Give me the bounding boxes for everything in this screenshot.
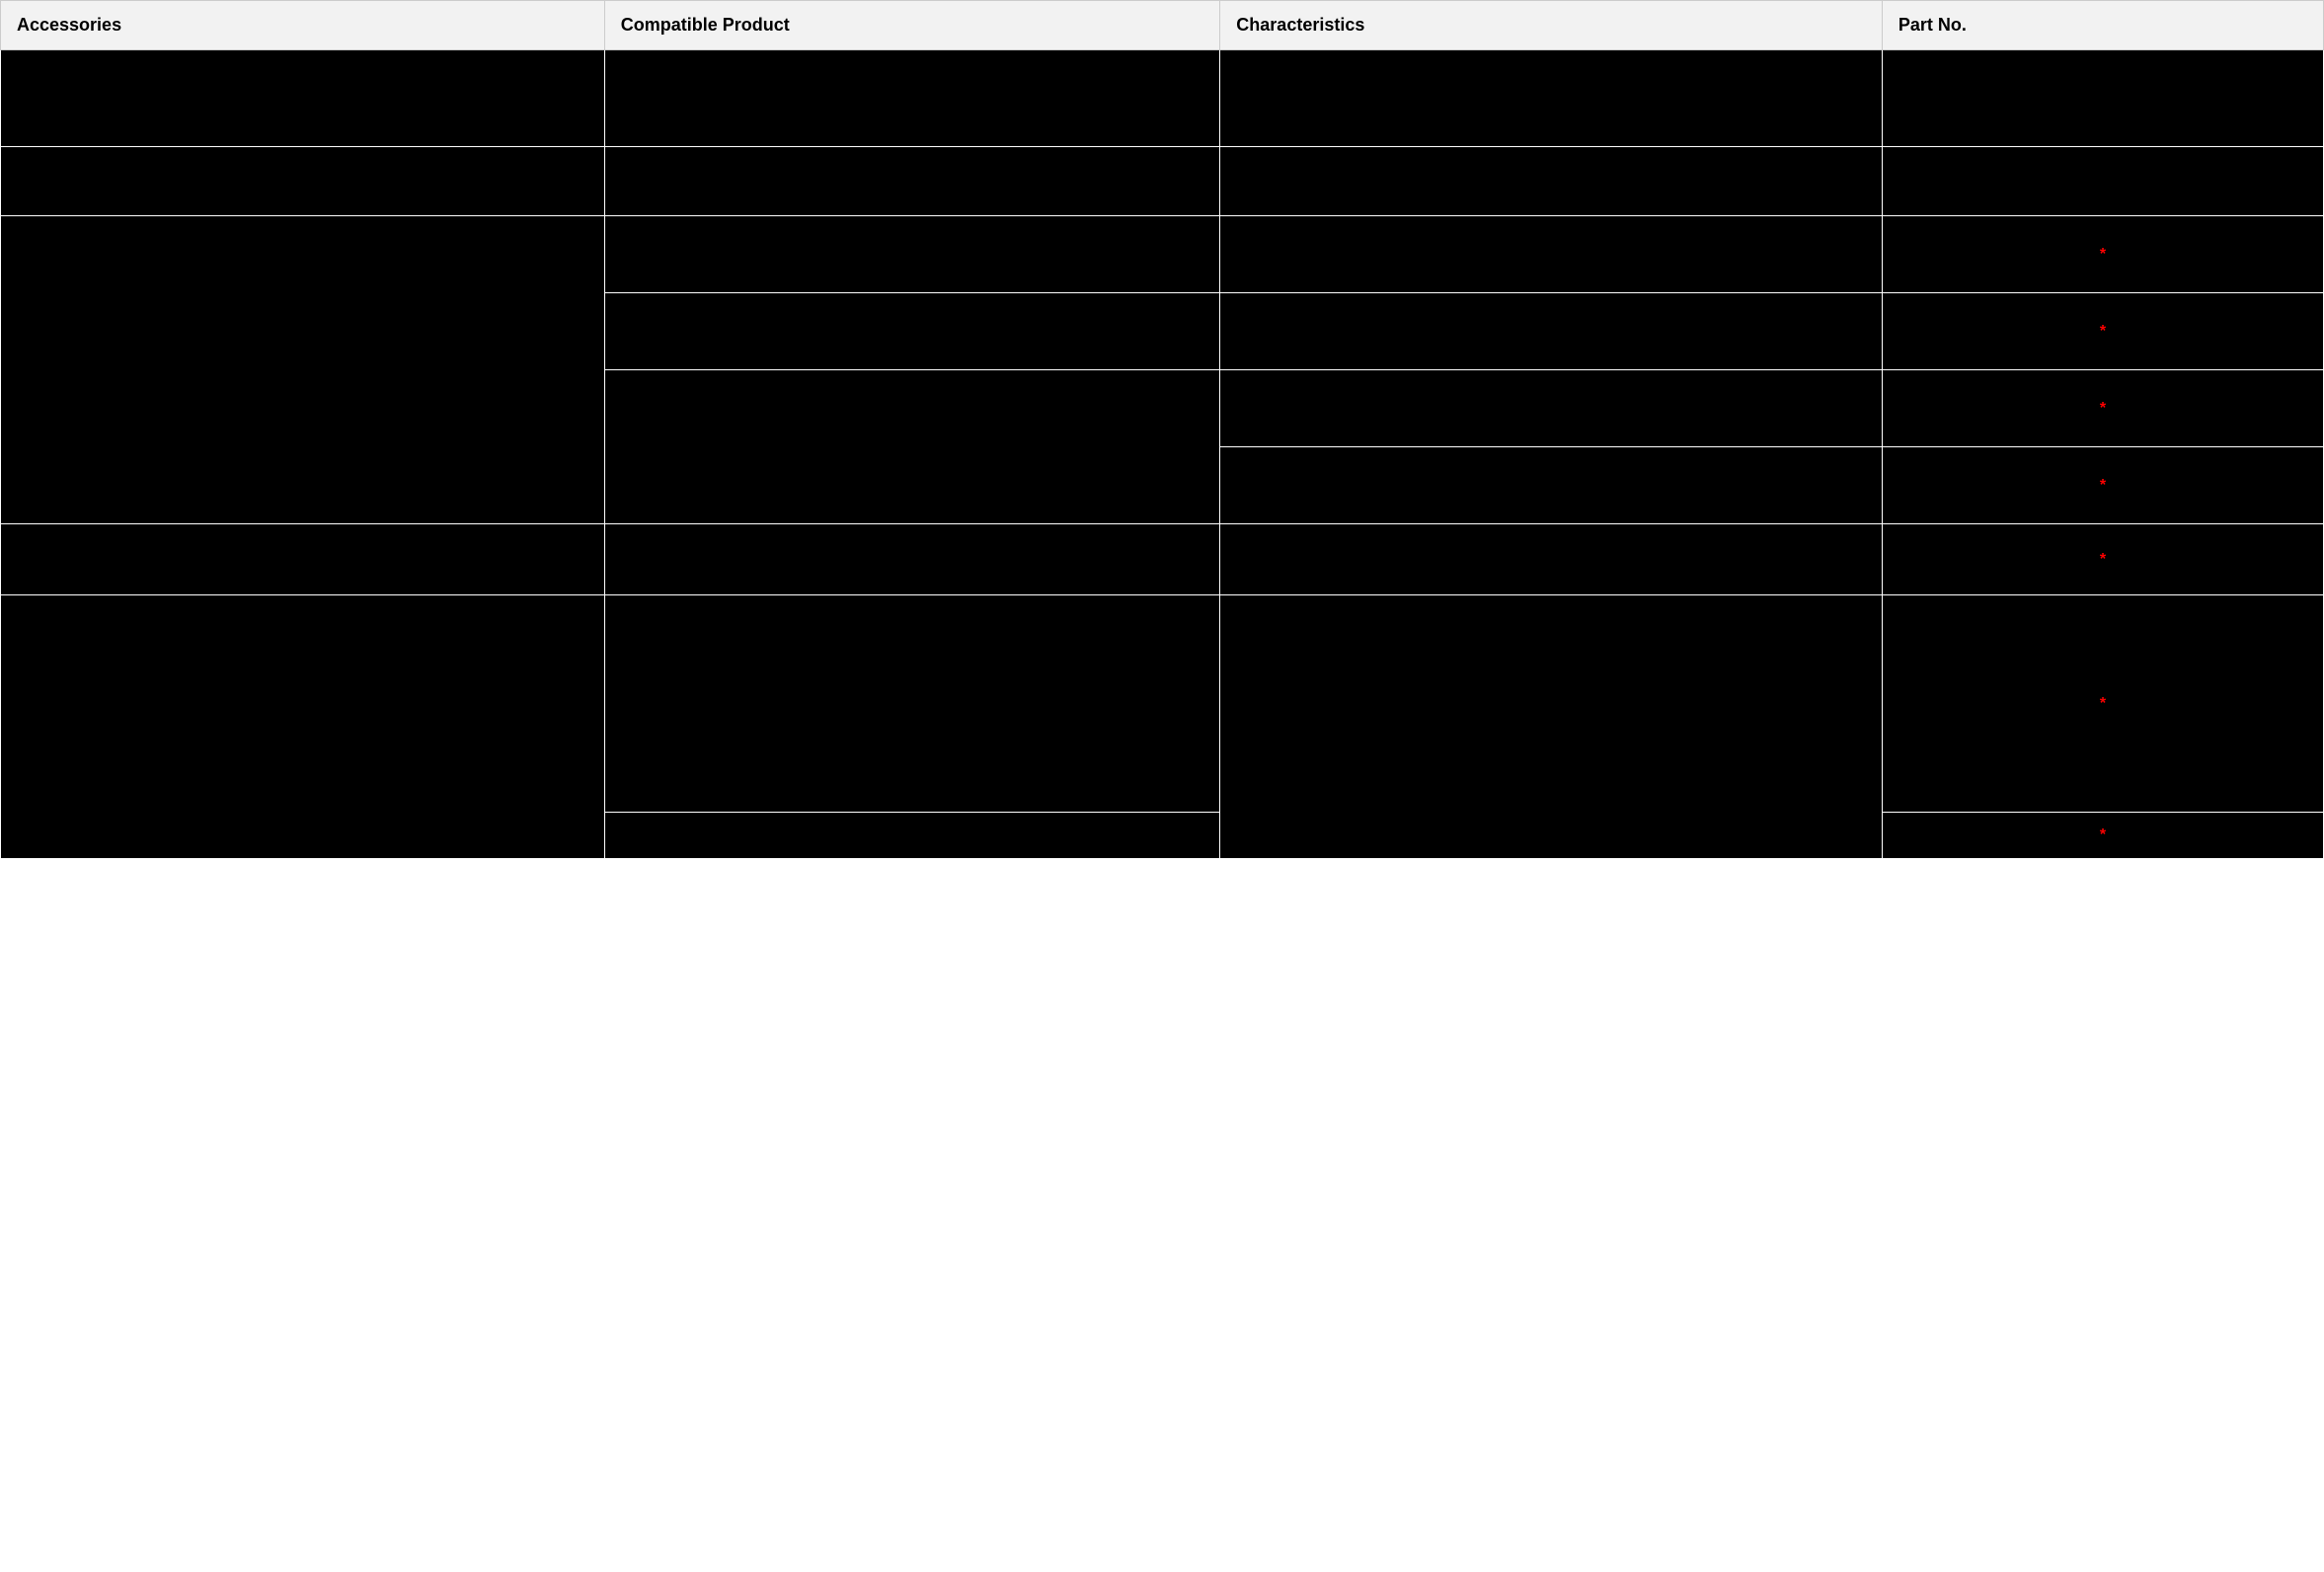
table-row: * [1,216,2324,293]
cell-compatible [604,813,1220,859]
table-row: * [1,595,2324,813]
cell-characteristics [1220,147,1883,216]
header-compatible: Compatible Product [604,1,1220,50]
asterisk-icon: * [2100,400,2106,417]
header-accessories: Accessories [1,1,605,50]
header-partno: Part No. [1882,1,2323,50]
cell-accessories [1,216,605,524]
cell-partno [1882,147,2323,216]
asterisk-icon: * [2100,477,2106,494]
cell-compatible [604,595,1220,813]
cell-characteristics [1220,447,1883,524]
table-row: * [1,524,2324,595]
header-characteristics: Characteristics [1220,1,1883,50]
asterisk-icon: * [2100,551,2106,568]
cell-characteristics [1220,595,1883,859]
cell-partno: * [1882,447,2323,524]
cell-partno: * [1882,595,2323,813]
cell-partno [1882,50,2323,147]
cell-compatible [604,370,1220,524]
asterisk-icon: * [2100,323,2106,340]
cell-characteristics [1220,524,1883,595]
cell-accessories [1,595,605,859]
cell-characteristics [1220,293,1883,370]
asterisk-icon: * [2100,826,2106,843]
table-body: * * * * * * [1,50,2324,859]
cell-characteristics [1220,216,1883,293]
cell-partno: * [1882,370,2323,447]
table-row [1,50,2324,147]
cell-compatible [604,293,1220,370]
header-row: Accessories Compatible Product Character… [1,1,2324,50]
cell-partno: * [1882,813,2323,859]
asterisk-icon: * [2100,246,2106,263]
cell-accessories [1,524,605,595]
cell-compatible [604,524,1220,595]
cell-accessories [1,50,605,147]
table-header: Accessories Compatible Product Character… [1,1,2324,50]
cell-partno: * [1882,293,2323,370]
cell-partno: * [1882,216,2323,293]
cell-characteristics [1220,50,1883,147]
table-row [1,147,2324,216]
cell-compatible [604,216,1220,293]
cell-partno: * [1882,524,2323,595]
accessories-table: Accessories Compatible Product Character… [0,0,2324,859]
cell-accessories [1,147,605,216]
cell-compatible [604,147,1220,216]
asterisk-icon: * [2100,695,2106,712]
cell-compatible [604,50,1220,147]
cell-characteristics [1220,370,1883,447]
